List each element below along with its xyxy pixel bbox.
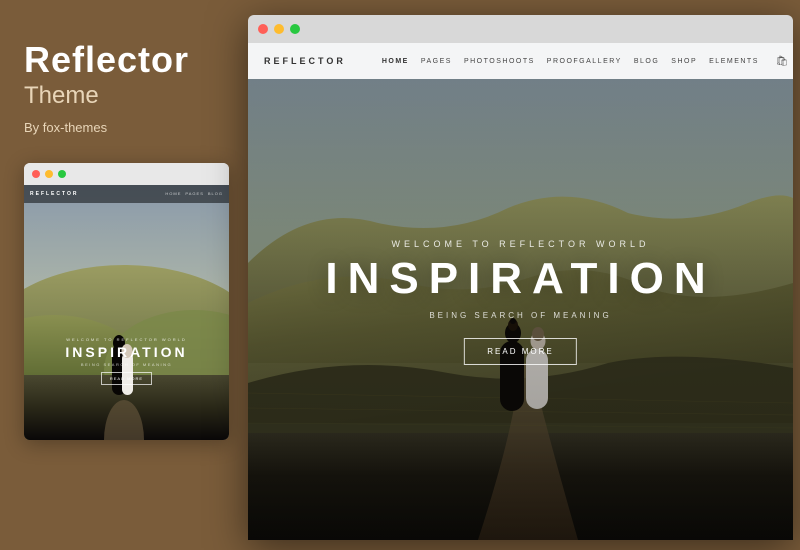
thumbnail-bg: REFLECTOR HOME PAGES BLOG WELCOME TO REF… <box>24 185 229 440</box>
thumb-logo: REFLECTOR <box>30 191 78 197</box>
main-navbar: REFLECTOR HOME PAGES PHOTOSHOOTS PROOFGA… <box>248 43 793 79</box>
nav-item-elements[interactable]: ELEMENTS <box>709 58 759 65</box>
main-window: REFLECTOR HOME PAGES PHOTOSHOOTS PROOFGA… <box>248 15 793 540</box>
nav-item-blog[interactable]: BLOG <box>634 58 659 65</box>
cart-icon[interactable]: 🛍 <box>775 54 789 68</box>
left-panel: Reflector Theme By fox-themes <box>0 0 248 550</box>
thumbnail-text-overlay: WELCOME TO REFLECTOR WORLD INSPIRATION B… <box>24 337 229 385</box>
main-titlebar <box>248 15 793 43</box>
thumb-headline: INSPIRATION <box>24 344 229 360</box>
hero-read-more-button[interactable]: READ MORE <box>464 338 576 365</box>
hero-text: WELCOME TO REFLECTOR WORLD INSPIRATION B… <box>325 239 715 365</box>
main-content: REFLECTOR HOME PAGES PHOTOSHOOTS PROOFGA… <box>248 43 793 540</box>
nav-item-pages[interactable]: PAGES <box>421 58 452 65</box>
thumb-tagline: WELCOME TO REFLECTOR WORLD <box>24 337 229 342</box>
hero-subheadline: BEING SEARCH OF MEANING <box>325 311 715 320</box>
nav-item-shop[interactable]: SHOP <box>671 58 697 65</box>
nav-item-proofgallery[interactable]: PROOFGALLERY <box>547 58 622 65</box>
nav-items: HOME PAGES PHOTOSHOOTS PROOFGALLERY BLOG… <box>382 58 759 65</box>
hero-headline: INSPIRATION <box>325 257 715 301</box>
brand-title: Reflector <box>24 40 189 80</box>
thumbnail-window: REFLECTOR HOME PAGES BLOG WELCOME TO REF… <box>24 163 229 440</box>
nav-icons: 🛍 🔍 <box>775 54 793 68</box>
nav-item-home[interactable]: HOME <box>382 58 409 65</box>
thumb-read-more-button[interactable]: READ MORE <box>101 372 152 385</box>
thumb-dot-yellow <box>45 170 53 178</box>
main-dot-yellow <box>274 24 284 34</box>
thumbnail-titlebar <box>24 163 229 185</box>
thumbnail-navbar: REFLECTOR HOME PAGES BLOG <box>24 185 229 203</box>
thumb-dot-green <box>58 170 66 178</box>
main-dot-red <box>258 24 268 34</box>
thumb-sub: BEING SEARCH OF MEANING <box>24 362 229 367</box>
brand-subtitle: Theme <box>24 82 99 110</box>
main-dot-green <box>290 24 300 34</box>
brand-author: By fox-themes <box>24 120 107 135</box>
nav-item-photoshoots[interactable]: PHOTOSHOOTS <box>464 58 535 65</box>
thumb-dot-red <box>32 170 40 178</box>
thumbnail-content: REFLECTOR HOME PAGES BLOG WELCOME TO REF… <box>24 185 229 440</box>
hero-tagline: WELCOME TO REFLECTOR WORLD <box>325 239 715 249</box>
nav-logo: REFLECTOR <box>264 56 346 66</box>
